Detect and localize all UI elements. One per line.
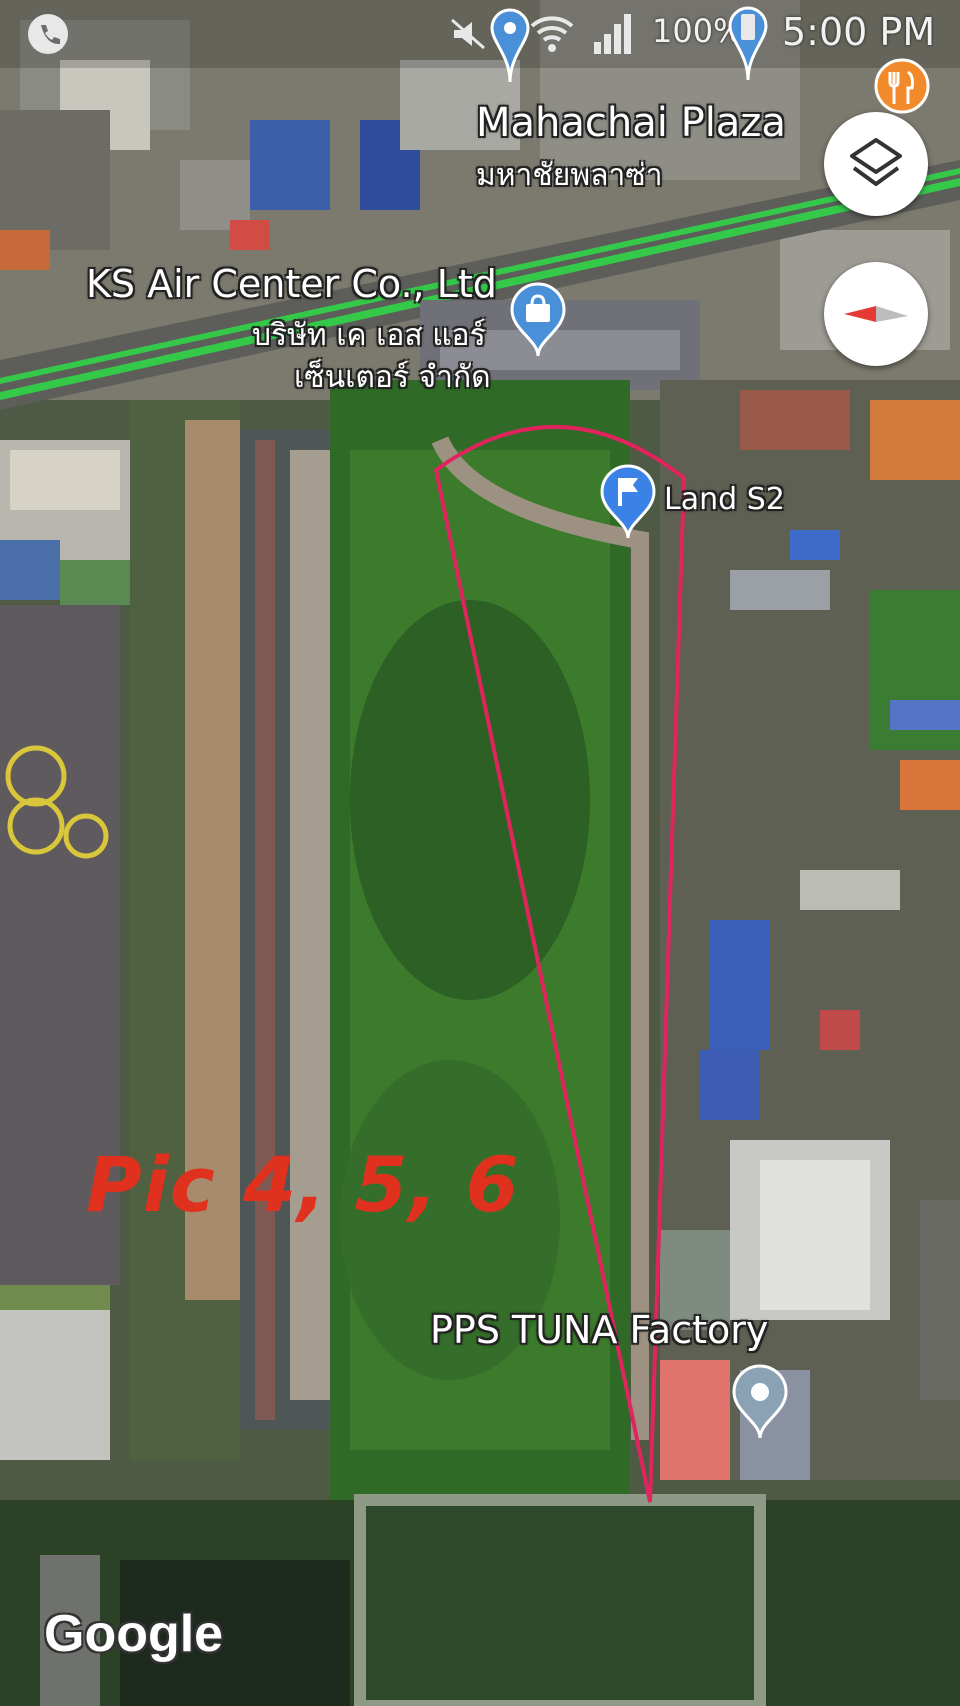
signal-icon bbox=[592, 12, 636, 60]
compass-button[interactable] bbox=[824, 262, 928, 366]
shopping-bag-icon[interactable] bbox=[510, 282, 566, 362]
mute-icon bbox=[448, 14, 488, 58]
phone-icon bbox=[28, 14, 68, 54]
location-icon bbox=[490, 8, 530, 88]
wifi-icon bbox=[530, 12, 574, 60]
flag-icon[interactable] bbox=[600, 464, 656, 544]
status-bar: 100% 5:00 PM bbox=[0, 0, 960, 83]
satellite-map[interactable] bbox=[0, 0, 960, 1706]
battery-icon bbox=[728, 6, 768, 86]
layers-icon bbox=[850, 138, 902, 186]
place-label-ks-air-en[interactable]: KS Air Center Co., Ltd bbox=[86, 262, 497, 306]
clock: 5:00 PM bbox=[782, 10, 936, 54]
place-label-pps-tuna[interactable]: PPS TUNA Factory bbox=[430, 1308, 768, 1352]
place-label-land-s2[interactable]: Land S2 bbox=[664, 482, 785, 517]
place-label-mahachai-th[interactable]: มหาชัยพลาซ่า bbox=[476, 152, 663, 199]
annotation-pic-label: Pic 4, 5, 6 bbox=[86, 1140, 520, 1229]
google-watermark: Google bbox=[44, 1605, 224, 1663]
place-label-ks-air-th-line2[interactable]: เซ็นเตอร์ จำกัด bbox=[294, 354, 491, 401]
compass-icon bbox=[844, 306, 908, 322]
layers-button[interactable] bbox=[824, 112, 928, 216]
place-pin-icon[interactable] bbox=[732, 1364, 788, 1444]
place-label-mahachai-en[interactable]: Mahachai Plaza bbox=[476, 100, 786, 146]
place-label-ks-air-th-line1[interactable]: บริษัท เค เอส แอร์ bbox=[252, 312, 486, 359]
